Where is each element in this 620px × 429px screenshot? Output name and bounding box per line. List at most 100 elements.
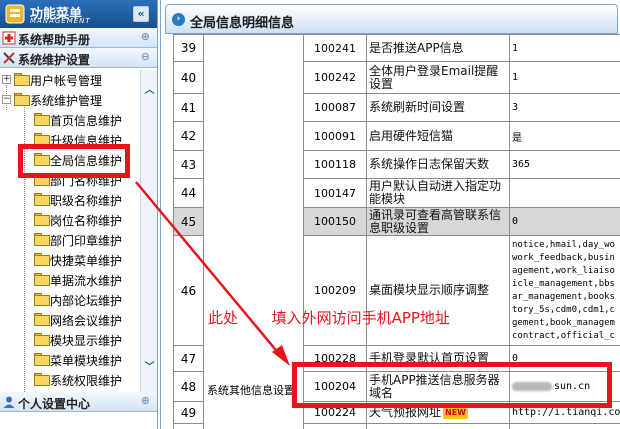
tree-item-label: 岗位名称维护 (50, 214, 123, 228)
tree-item-system-permissions[interactable]: 系统权限维护 (0, 370, 140, 390)
folder-icon (14, 73, 30, 86)
row-number: 40 (173, 61, 204, 94)
folder-icon (34, 313, 50, 326)
sidebar-header: 功能菜单 MANAGEMENT « (0, 0, 157, 28)
panel-title: 全局信息明细信息 (190, 16, 295, 31)
tree-item-menu-modules[interactable]: 菜单模块维护 (0, 350, 140, 370)
tree-item-position-names[interactable]: 岗位名称维护 (0, 210, 140, 230)
collapse-sidebar-button[interactable]: « (133, 6, 149, 22)
tree-item-label: 菜单模块维护 (50, 354, 123, 368)
section-system-maintenance[interactable]: 系统维护设置 ⊖ (0, 48, 157, 68)
annotation-prefix: 此处 (208, 309, 239, 327)
folder-icon (34, 373, 50, 386)
tree-item-rank-names[interactable]: 职级名称维护 (0, 190, 140, 210)
row-number: 45 (173, 207, 204, 236)
setting-value[interactable]: 3 (509, 93, 620, 122)
folder-icon (34, 333, 50, 346)
tree-item-document-serials[interactable]: 单据流水维护 (0, 270, 140, 290)
setting-name[interactable]: 是否推送APP信息 (366, 34, 510, 62)
scroll-down-icon[interactable]: ﹀ (143, 361, 156, 374)
row-number: 50 (173, 423, 204, 429)
tree-item-user-accounts[interactable]: + 用户帐号管理 (0, 70, 140, 90)
info-icon: › (172, 13, 185, 26)
setting-value[interactable]: 是 (509, 121, 620, 151)
row-number: 48 (173, 371, 204, 402)
tree-item-system-maintenance[interactable]: − 系统维护管理 (0, 90, 140, 110)
section-toggle-icon[interactable]: ⊕ (141, 394, 150, 407)
row-number: 49 (173, 401, 204, 424)
section-label: 系统帮助手册 (18, 33, 91, 47)
app-subtitle: MANAGEMENT (30, 17, 91, 25)
menu-logo-icon (5, 4, 25, 24)
setting-name[interactable]: 桌面模块显示顺序调整 (366, 235, 510, 346)
tree-item-internal-forum[interactable]: 内部论坛维护 (0, 290, 140, 310)
folder-icon (34, 233, 50, 246)
collapse-icon[interactable]: − (2, 95, 11, 104)
folder-open-icon (14, 93, 30, 106)
row-number: 42 (173, 121, 204, 151)
tree-item-module-display[interactable]: 模块显示维护 (0, 330, 140, 350)
setting-name[interactable]: 系统刷新时间设置 (366, 93, 510, 122)
table-row[interactable]: 39 系统其他信息设置 100241 是否推送APP信息 1 (173, 34, 620, 429)
expand-icon[interactable]: + (2, 75, 11, 84)
setting-name[interactable] (366, 423, 510, 429)
tree-item-label: 职级名称维护 (50, 194, 123, 208)
setting-code: 100118 (303, 150, 367, 179)
section-personal-settings[interactable]: 个人设置中心 ⊕ (0, 392, 157, 412)
setting-value[interactable]: 1 (509, 61, 620, 94)
folder-icon (34, 273, 50, 286)
setting-name[interactable]: 系统操作日志保留天数 (366, 150, 510, 179)
setting-code: 100230 (303, 423, 367, 429)
group-cell: 系统其他信息设置 (203, 34, 304, 429)
annotation-body: 填入外网访问手机APP地址 (271, 309, 450, 327)
setting-code: 100209 (303, 235, 367, 346)
sidebar-scrollbar[interactable]: ︿ ﹀ (140, 70, 157, 392)
menu-tree: + 用户帐号管理 − 系统维护管理 首页信息维护 升级信息维护 全局信息维护 部… (0, 70, 140, 392)
setting-name[interactable]: 全体用户登录Email提醒设置 (366, 61, 510, 94)
tree-item-shortcut-menu[interactable]: 快捷菜单维护 (0, 250, 140, 270)
row-number: 43 (173, 150, 204, 179)
section-help-manual[interactable]: 系统帮助手册 ⊕ (0, 28, 157, 48)
user-icon (3, 396, 15, 408)
folder-icon (34, 193, 50, 206)
module-order-value: notice,hmail,day_wo work_feedback,busin … (512, 239, 615, 341)
tools-icon (3, 52, 15, 64)
row-number: 44 (173, 178, 204, 208)
plus-cross-icon (2, 31, 16, 45)
annotation-text: 此处 填入外网访问手机APP地址 (208, 307, 450, 328)
section-label: 系统维护设置 (18, 53, 91, 67)
setting-value[interactable]: 0 (509, 207, 620, 236)
setting-name[interactable]: 启用硬件短信猫 (366, 121, 510, 151)
setting-code: 100150 (303, 207, 367, 236)
tree-item-label: 系统维护管理 (30, 94, 103, 108)
setting-value[interactable] (509, 423, 620, 429)
setting-value[interactable]: 1 (509, 34, 620, 62)
setting-code: 100091 (303, 121, 367, 151)
tree-item-web-meeting[interactable]: 网络会议维护 (0, 310, 140, 330)
section-toggle-icon[interactable]: ⊖ (141, 50, 150, 63)
tree-item-label: 模块显示维护 (50, 334, 123, 348)
tree-item-label: 部门印章维护 (50, 234, 123, 248)
scroll-up-icon[interactable]: ︿ (143, 84, 156, 97)
folder-icon (34, 293, 50, 306)
tree-item-label: 首页信息维护 (50, 114, 123, 128)
tree-item-homepage-info[interactable]: 首页信息维护 (0, 110, 140, 130)
row-number: 39 (173, 34, 204, 62)
folder-icon (34, 253, 50, 266)
setting-value[interactable]: 365 (509, 150, 620, 179)
highlight-global-info-item (18, 144, 130, 178)
folder-icon (34, 213, 50, 226)
row-number: 46 (173, 235, 204, 346)
row-number: 41 (173, 93, 204, 122)
tree-item-label: 网络会议维护 (50, 314, 123, 328)
setting-code: 100242 (303, 61, 367, 94)
setting-code: 100087 (303, 93, 367, 122)
setting-value[interactable] (509, 178, 620, 208)
setting-name[interactable]: 用户默认自动进入指定功能模块 (366, 178, 510, 208)
tree-item-department-seals[interactable]: 部门印章维护 (0, 230, 140, 250)
setting-name[interactable]: 通讯录可查看高管联系信息职级设置 (366, 207, 510, 236)
tree-item-label: 内部论坛维护 (50, 294, 123, 308)
section-toggle-icon[interactable]: ⊕ (141, 30, 150, 43)
setting-value[interactable]: notice,hmail,day_wo work_feedback,busin … (509, 235, 620, 346)
setting-code: 100147 (303, 178, 367, 208)
